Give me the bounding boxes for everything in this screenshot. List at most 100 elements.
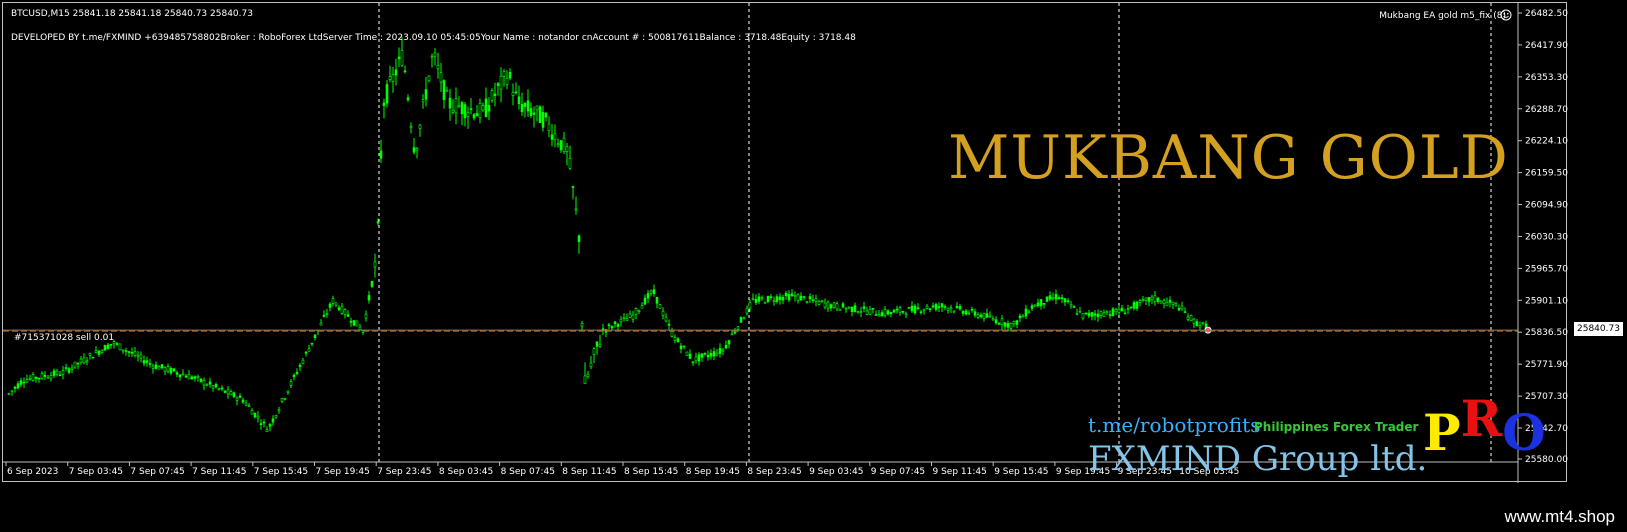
price-tick-label: 25707.30 — [1525, 392, 1568, 402]
candle-body — [412, 147, 416, 153]
candle-body — [1069, 303, 1073, 307]
candle-body — [328, 303, 332, 308]
candle-body — [355, 320, 359, 327]
candle-body — [1192, 318, 1196, 324]
candle-body — [367, 295, 371, 301]
candle-body — [1123, 312, 1127, 315]
candle-body — [52, 370, 56, 376]
pro-logo-p: P — [1423, 403, 1461, 462]
candle-body — [31, 374, 35, 381]
candle-body — [736, 326, 740, 330]
candle-body — [1153, 295, 1157, 302]
candle-body — [433, 52, 437, 57]
candle-body — [226, 389, 230, 395]
candle-body — [466, 112, 470, 117]
candle-body — [877, 314, 881, 317]
price-chart[interactable]: 26482.50 26417.90 26353.30 26288.70 26224.10… — [3, 3, 1568, 483]
candle-body — [937, 306, 941, 308]
candle-body — [571, 186, 575, 188]
candle-body — [151, 365, 155, 369]
candle-body — [895, 308, 899, 311]
candle-body — [943, 306, 947, 308]
candle-body — [235, 397, 239, 401]
candle-body — [1000, 318, 1004, 326]
candle-body — [688, 353, 692, 359]
candle-body — [949, 307, 953, 310]
candle-body — [538, 106, 542, 123]
candle-body — [58, 374, 62, 377]
candle-body — [427, 75, 431, 82]
candle-body — [907, 307, 911, 309]
candle-body — [631, 314, 635, 320]
time-tick-label: 8 Sep 23:45 — [747, 467, 801, 477]
price-tick-label: 26353.30 — [1525, 73, 1568, 83]
candle-body — [103, 345, 107, 351]
candle-body — [715, 352, 719, 356]
candle-body — [1018, 315, 1022, 319]
expert-advisor-name[interactable]: Mukbang EA gold m5_fix (8) — [1379, 11, 1506, 21]
candle-body — [1126, 308, 1130, 310]
candle-body — [640, 305, 644, 309]
time-tick-label: 6 Sep 2023 — [7, 467, 58, 477]
time-tick-label: 9 Sep 15:45 — [994, 467, 1048, 477]
candle-body — [970, 309, 974, 311]
candle-body — [172, 368, 176, 372]
candle-body — [85, 360, 89, 363]
candle-body — [730, 333, 734, 336]
order-label[interactable]: #715371028 sell 0.01 — [14, 333, 114, 343]
site-watermark: www.mt4.shop — [1504, 507, 1615, 526]
candle-body — [385, 84, 389, 104]
candle-body — [244, 402, 248, 406]
candle-body — [145, 360, 149, 363]
candle-body — [520, 103, 524, 113]
candle-body — [463, 104, 467, 119]
candle-body — [613, 321, 617, 325]
candle-body — [649, 290, 653, 294]
candle-body — [646, 293, 650, 299]
candle-body — [829, 304, 833, 309]
candle-body — [205, 384, 209, 387]
candle-body — [403, 70, 407, 73]
candle-body — [637, 310, 641, 312]
candle-body — [526, 100, 530, 112]
candle-body — [1087, 312, 1091, 317]
candle-body — [979, 314, 983, 318]
candle-body — [67, 368, 71, 373]
candle-body — [691, 361, 695, 363]
candle-body — [472, 114, 476, 119]
candle-body — [1096, 313, 1100, 318]
candle-body — [1141, 299, 1145, 301]
footer-bar — [0, 500, 1627, 532]
candle-body — [886, 310, 890, 315]
candle-body — [1201, 322, 1205, 324]
candle-body — [1048, 295, 1052, 300]
candle-body — [430, 55, 434, 58]
candle-body — [46, 377, 50, 379]
candle-body — [982, 312, 986, 319]
candle-body — [274, 415, 278, 418]
candle-body — [199, 378, 203, 382]
candle-body — [169, 367, 173, 374]
candle-body — [457, 105, 461, 108]
candle-body — [721, 349, 725, 352]
smiley-icon[interactable] — [1500, 9, 1512, 21]
candle-body — [580, 323, 584, 327]
candle-body — [931, 305, 935, 308]
candle-body — [502, 71, 506, 77]
candle-body — [130, 351, 134, 354]
candle-body — [976, 314, 980, 318]
candle-body — [1006, 322, 1010, 328]
candle-body — [1036, 302, 1040, 307]
candle-body — [532, 112, 536, 115]
candle-body — [880, 312, 884, 316]
candle-body — [379, 150, 383, 159]
candle-body — [622, 316, 626, 319]
candle-body — [712, 351, 716, 357]
price-tick-label: 25965.70 — [1525, 264, 1568, 274]
candle-body — [988, 315, 992, 318]
chart-window[interactable]: 26482.50 26417.90 26353.30 26288.70 26224.10… — [2, 2, 1568, 483]
candle-body — [346, 314, 350, 317]
candle-body — [913, 305, 917, 314]
candle-body — [595, 341, 599, 347]
candle-body — [1177, 307, 1181, 311]
